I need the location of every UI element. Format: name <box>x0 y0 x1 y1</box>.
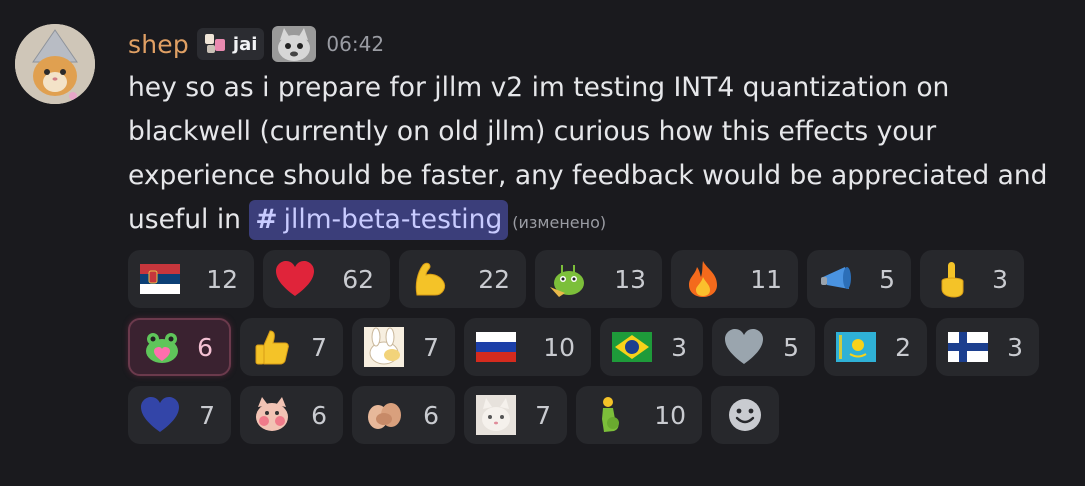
reaction-russia-flag[interactable]: 10 <box>464 318 591 376</box>
flexed-biceps-icon <box>411 259 451 299</box>
finland-flag-icon <box>948 327 988 367</box>
reaction-red-heart[interactable]: 62 <box>263 250 390 308</box>
reaction-count: 6 <box>311 400 327 430</box>
channel-hash-icon: # <box>255 204 278 235</box>
holding-hands-icon <box>364 395 404 435</box>
reaction-brazil-flag[interactable]: 3 <box>600 318 703 376</box>
reaction-count: 7 <box>199 400 215 430</box>
reaction-saluting-face[interactable]: 13 <box>535 250 662 308</box>
server-tag[interactable]: jai <box>196 28 265 60</box>
pregnant-man-icon <box>588 395 628 435</box>
reaction-count: 3 <box>1007 332 1023 362</box>
pig-cat-icon <box>252 395 292 435</box>
saluting-face-icon <box>547 259 587 299</box>
megaphone-icon <box>819 259 859 299</box>
reaction-megaphone[interactable]: 5 <box>807 250 911 308</box>
reaction-count: 7 <box>311 332 327 362</box>
grey-heart-icon <box>724 327 764 367</box>
reaction-pig-cat[interactable]: 6 <box>240 386 343 444</box>
reaction-pregnant-man[interactable]: 10 <box>576 386 702 444</box>
reaction-finland-flag[interactable]: 3 <box>936 318 1039 376</box>
reaction-count: 5 <box>783 332 799 362</box>
bunny-sticker-icon <box>364 327 404 367</box>
reaction-count: 7 <box>535 400 551 430</box>
reaction-count: 13 <box>614 264 646 294</box>
reaction-flexed-biceps[interactable]: 22 <box>399 250 526 308</box>
reaction-count: 6 <box>197 332 213 362</box>
edited-indicator: (изменено) <box>512 213 607 232</box>
channel-mention[interactable]: # jllm-beta-testing <box>249 200 509 240</box>
reaction-fire[interactable]: 11 <box>671 250 798 308</box>
blue-heart-icon <box>140 395 180 435</box>
author-username[interactable]: shep <box>128 30 189 59</box>
reaction-count: 5 <box>879 264 895 294</box>
reaction-count: 3 <box>671 332 687 362</box>
reaction-thumbs-up[interactable]: 7 <box>240 318 343 376</box>
reaction-count: 10 <box>543 332 575 362</box>
reaction-count: 6 <box>423 400 439 430</box>
thumbs-up-icon <box>252 327 292 367</box>
russia-flag-icon <box>476 327 516 367</box>
reaction-count: 62 <box>342 264 374 294</box>
reaction-serbia-flag[interactable]: 12 <box>128 250 254 308</box>
reaction-bunny-sticker[interactable]: 7 <box>352 318 455 376</box>
reaction-count: 2 <box>895 332 911 362</box>
reaction-count: 12 <box>206 264 238 294</box>
kazakhstan-flag-icon <box>836 327 876 367</box>
server-tag-label: jai <box>232 33 258 55</box>
reaction-count: 11 <box>750 264 782 294</box>
add-reaction-button[interactable] <box>711 386 779 444</box>
serbia-flag-icon <box>140 259 180 299</box>
tag-badge-icon <box>202 31 228 57</box>
reaction-cat-face[interactable]: 7 <box>464 386 567 444</box>
cat-face-icon <box>476 395 516 435</box>
reaction-frog-heart[interactable]: 6 <box>128 318 231 376</box>
message-content: hey so as i prepare for jllm v2 im testi… <box>128 66 1073 245</box>
reaction-count: 7 <box>423 332 439 362</box>
fire-icon <box>683 259 723 299</box>
reaction-kazakhstan-flag[interactable]: 2 <box>824 318 927 376</box>
message-timestamp: 06:42 <box>326 32 385 56</box>
channel-mention-label: jllm-beta-testing <box>283 204 503 235</box>
smiley-add-reaction-icon <box>725 395 765 435</box>
reaction-point-up[interactable]: 3 <box>920 250 1024 308</box>
user-avatar[interactable] <box>15 24 95 104</box>
message-header: shep jai 06:42 <box>128 26 384 62</box>
reaction-holding-hands[interactable]: 6 <box>352 386 455 444</box>
brazil-flag-icon <box>612 327 652 367</box>
reaction-count: 22 <box>478 264 510 294</box>
point-up-icon <box>932 259 972 299</box>
reaction-count: 3 <box>992 264 1008 294</box>
cat-gif-badge-icon <box>272 26 317 62</box>
red-heart-icon <box>275 259 315 299</box>
frog-heart-icon <box>142 327 182 367</box>
reaction-blue-heart[interactable]: 7 <box>128 386 231 444</box>
reaction-count: 10 <box>654 400 686 430</box>
reaction-grey-heart[interactable]: 5 <box>712 318 815 376</box>
